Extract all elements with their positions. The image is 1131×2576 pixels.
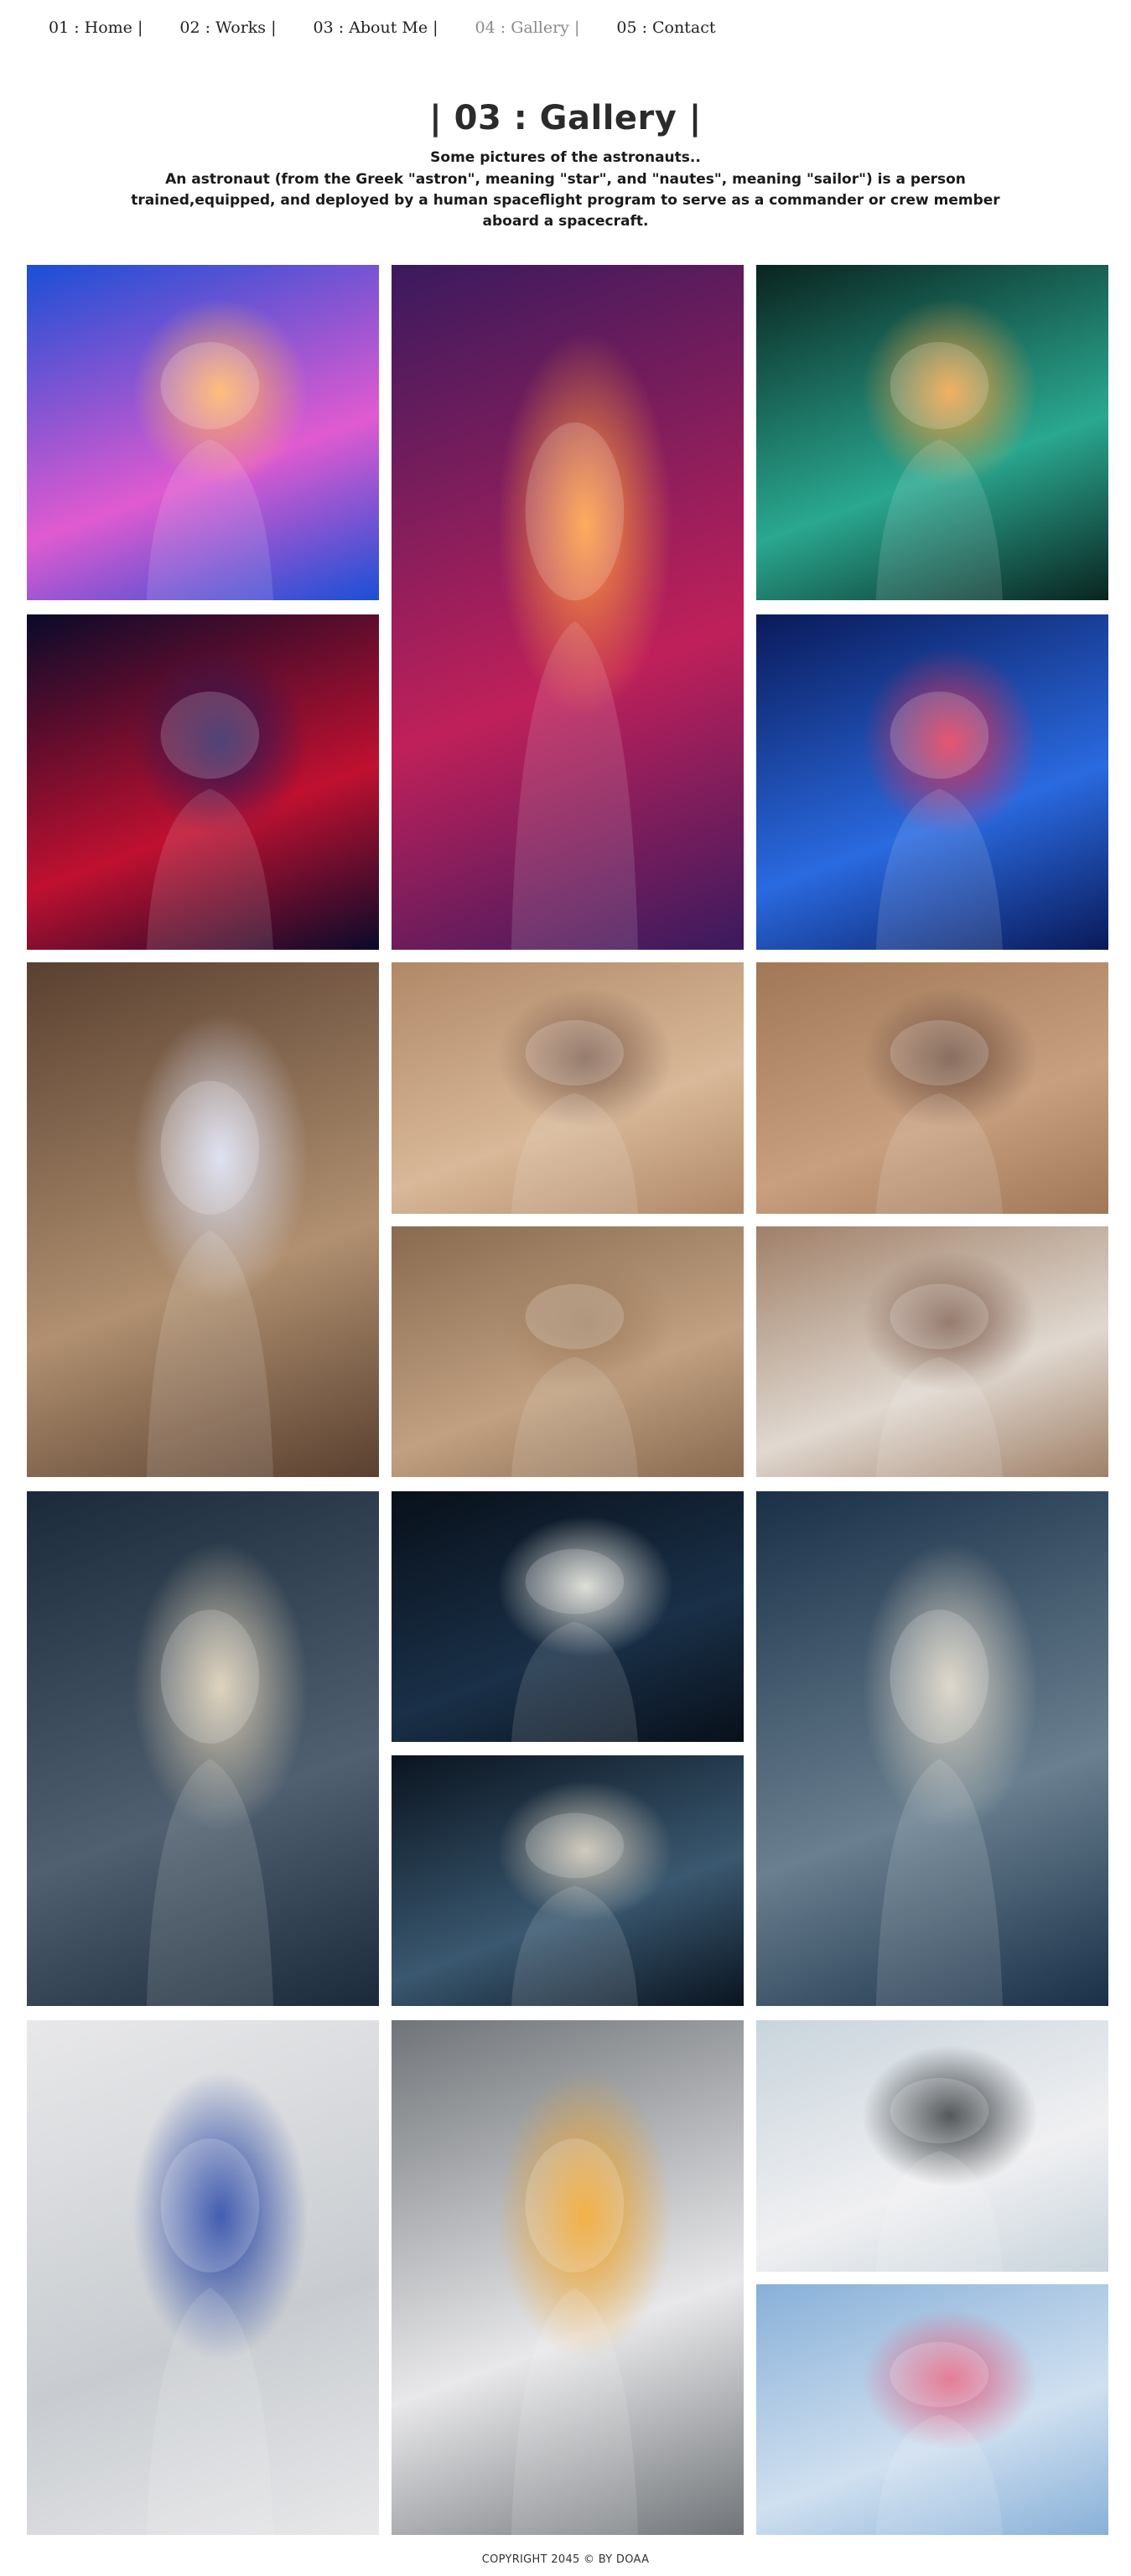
photo-icon <box>146 692 273 950</box>
page-title: | 03 : Gallery | <box>429 99 702 137</box>
main-nav: 01 : Home | 02 : Works | 03 : About Me |… <box>49 18 752 37</box>
photo-astronaut-white-suit-window[interactable] <box>27 2020 379 2535</box>
photo-astronaut-canyon-walk[interactable] <box>756 962 1108 1214</box>
photo-icon <box>875 342 1003 600</box>
photo-icon <box>511 1812 638 2006</box>
photo-icon <box>875 1020 1003 1214</box>
photo-icon <box>146 1609 273 2006</box>
nav-item-home[interactable]: 01 : Home | <box>49 18 143 37</box>
photo-astronaut-green-helmet[interactable] <box>756 265 1108 600</box>
gallery-header: | 03 : Gallery | Some pictures of the as… <box>0 99 1131 232</box>
photo-astronaut-blue-helmet-closeup[interactable] <box>27 265 379 600</box>
photo-icon <box>875 2078 1003 2272</box>
photo-astronaut-lying-on-pebbles[interactable] <box>27 962 379 1477</box>
photo-astronaut-holding-helmet-smoke[interactable] <box>392 1755 744 2006</box>
photo-astronauts-desert-pair[interactable] <box>756 1226 1108 1477</box>
nav-item-contact[interactable]: 05 : Contact <box>616 18 715 37</box>
photo-astronaut-desert-hills[interactable] <box>392 962 744 1214</box>
photo-astronaut-red-neon-seated[interactable] <box>27 614 379 950</box>
photo-icon <box>511 1020 638 1214</box>
photo-icon <box>511 1548 638 1742</box>
photo-icon <box>146 342 273 600</box>
nav-item-works[interactable]: 02 : Works | <box>179 18 276 37</box>
photo-icon <box>511 1283 638 1477</box>
photo-icon <box>146 1081 273 1477</box>
photo-astronaut-smoke-standing[interactable] <box>756 1491 1108 2006</box>
footer-copyright: COPYRIGHT 2045 © BY DOAA <box>481 2553 650 2566</box>
photo-icon <box>146 2138 273 2535</box>
photo-astronaut-red-lit-portrait[interactable] <box>392 265 744 950</box>
photo-astronaut-platform-helmet[interactable] <box>756 2020 1108 2272</box>
photo-gallery <box>0 0 1131 2576</box>
nav-item-about-me[interactable]: 03 : About Me | <box>314 18 438 37</box>
page-description: An astronaut (from the Greek "astron", m… <box>131 171 1000 230</box>
photo-icon <box>511 2138 638 2535</box>
photo-icon <box>875 1609 1003 2006</box>
photo-astronaut-desert-distance[interactable] <box>392 1226 744 1477</box>
page-subtitle: Some pictures of the astronauts.. <box>430 149 701 166</box>
photo-icon <box>875 1283 1003 1477</box>
photo-icon <box>511 422 638 950</box>
nav-item-gallery[interactable]: 04 : Gallery | <box>475 18 580 37</box>
photo-astronaut-pink-helmet-sky[interactable] <box>756 2284 1108 2535</box>
photo-icon <box>875 2341 1003 2535</box>
photo-astronaut-dark-backdrop[interactable] <box>392 1491 744 1742</box>
photo-astronaut-seated-station[interactable] <box>392 2020 744 2535</box>
photo-icon <box>875 692 1003 950</box>
photo-astronaut-holding-helmet-blue[interactable] <box>756 614 1108 950</box>
photo-astronaut-dark-suit-dunes[interactable] <box>27 1491 379 2006</box>
